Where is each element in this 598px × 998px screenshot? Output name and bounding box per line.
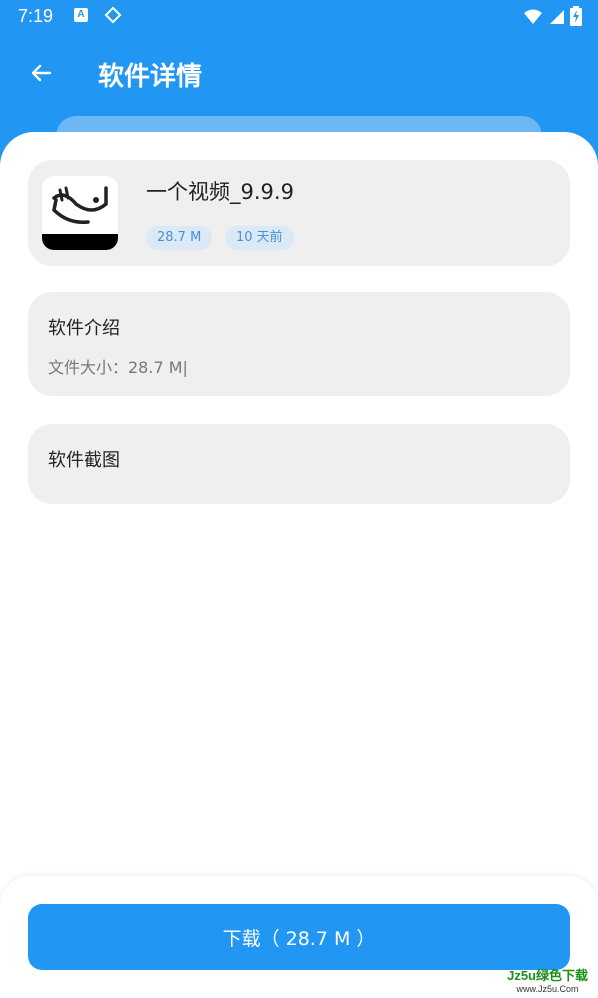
app-bar: 软件详情 xyxy=(0,32,598,118)
app-name: 一个视频_9.9.9 xyxy=(146,180,294,204)
page-title: 软件详情 xyxy=(98,62,203,92)
app-info-card: 一个视频_9.9.9 28.7 M 10 天前 xyxy=(28,160,570,266)
intro-text: 文件大小：28.7 M| xyxy=(48,358,188,377)
watermark-sub: www.Jz5u.Com xyxy=(516,984,579,994)
wifi-icon xyxy=(524,9,543,24)
screenshots-title: 软件截图 xyxy=(48,450,120,471)
intro-title: 软件介绍 xyxy=(48,318,120,339)
status-icons-right xyxy=(523,6,582,31)
accessibility-icon: A xyxy=(74,8,88,22)
watermark: Jz5u绿色下载 www.Jz5u.Com xyxy=(507,965,588,994)
back-button[interactable] xyxy=(24,56,58,90)
app-logo-icon xyxy=(42,176,118,250)
content-sheet: 一个视频_9.9.9 28.7 M 10 天前 软件介绍 文件大小：28.7 M… xyxy=(0,132,598,998)
intro-card: 软件介绍 文件大小：28.7 M| xyxy=(28,292,570,396)
screenshots-card: 软件截图 xyxy=(28,424,570,504)
size-badge: 28.7 M xyxy=(146,226,213,250)
tag-notification-icon xyxy=(104,6,122,29)
time-badge: 10 天前 xyxy=(225,226,294,250)
download-button[interactable]: 下载（ 28.7 M ） xyxy=(28,904,570,970)
accessibility-icon-letter: A xyxy=(77,9,85,20)
status-time: 7:19 xyxy=(18,6,54,26)
watermark-main: Jz5u绿色下载 xyxy=(507,968,588,983)
signal-icon xyxy=(549,10,564,24)
arrow-left-icon xyxy=(31,64,52,82)
battery-charging-icon xyxy=(570,6,582,26)
status-bar: 7:19 A xyxy=(0,0,598,32)
